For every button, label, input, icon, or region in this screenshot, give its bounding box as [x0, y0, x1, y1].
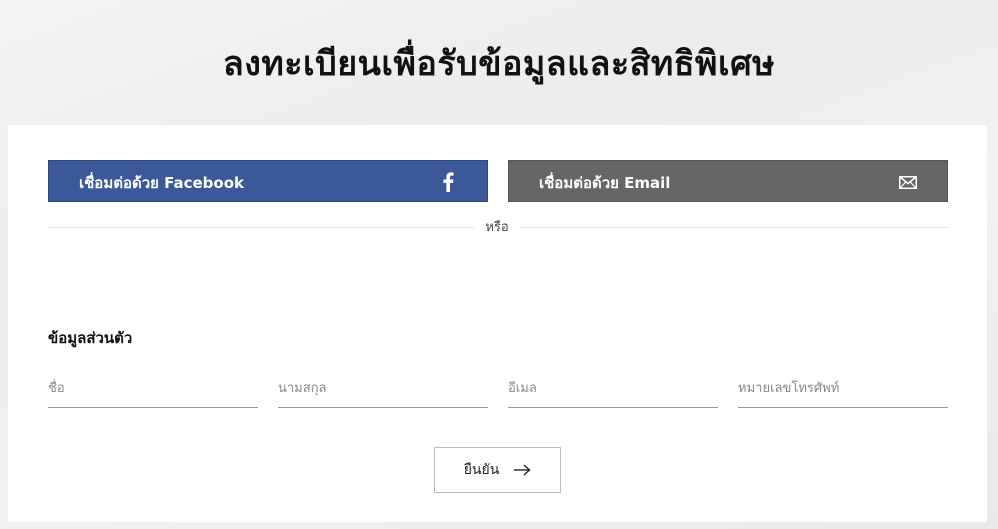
submit-button[interactable]: ยืนยัน — [434, 447, 561, 493]
divider-line-left — [48, 227, 474, 228]
divider-line-right — [520, 227, 948, 228]
page-title: ลงทะเบียนเพื่อรับข้อมูลและสิทธิพิเศษ — [222, 44, 776, 84]
envelope-icon — [897, 171, 919, 193]
last-name-field — [278, 373, 488, 408]
personal-info-title: ข้อมูลส่วนตัว — [48, 329, 133, 347]
arrow-right-icon — [513, 463, 531, 477]
email-button-label: เชื่อมต่อด้วย Email — [539, 174, 671, 192]
first-name-input[interactable] — [48, 373, 258, 403]
divider-or-text: หรือ — [485, 220, 509, 235]
email-field — [508, 373, 718, 408]
facebook-f-icon — [437, 171, 459, 193]
first-name-field — [48, 373, 258, 408]
email-input[interactable] — [508, 373, 718, 403]
last-name-input[interactable] — [278, 373, 488, 403]
submit-button-label: ยืนยัน — [463, 462, 500, 478]
phone-input[interactable] — [738, 373, 948, 403]
connect-email-button[interactable]: เชื่อมต่อด้วย Email — [508, 160, 948, 202]
connect-facebook-button[interactable]: เชื่อมต่อด้วย Facebook — [48, 160, 488, 202]
facebook-button-label: เชื่อมต่อด้วย Facebook — [79, 174, 245, 192]
registration-card: เชื่อมต่อด้วย Facebook เชื่อมต่อด้วย Ema… — [8, 125, 987, 522]
phone-field — [738, 373, 948, 408]
